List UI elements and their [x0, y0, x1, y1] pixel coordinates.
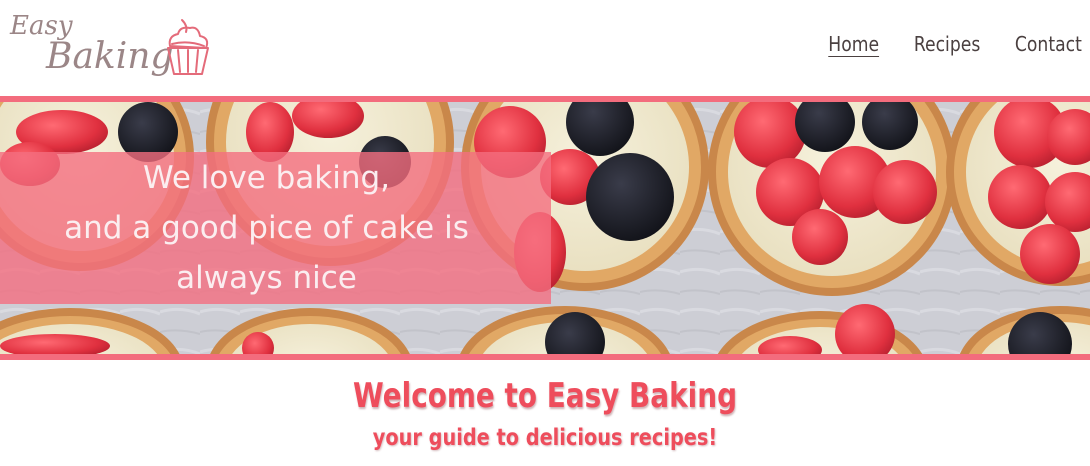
main-nav: Home Recipes Contact: [820, 32, 1082, 56]
nav-link-contact[interactable]: Contact: [1015, 32, 1082, 56]
cupcake-icon: [167, 19, 209, 75]
hero-tagline-line-1: We love baking,: [142, 160, 391, 196]
welcome-title: Welcome to Easy Baking: [352, 376, 738, 416]
hero-banner: We love baking, and a good pice of cake …: [0, 152, 551, 304]
nav-link-home[interactable]: Home: [828, 32, 879, 56]
nav-link-recipes[interactable]: Recipes: [914, 32, 980, 56]
logo[interactable]: Easy Baking: [8, 6, 218, 86]
hero-tagline-line-3: always nice: [176, 260, 357, 296]
site-header: Easy Baking Home Recipes Contact: [0, 0, 1090, 96]
welcome-subtitle: your guide to delicious recipes!: [372, 425, 718, 451]
hero-section: We love baking, and a good pice of cake …: [0, 96, 1090, 360]
welcome-section: Welcome to Easy Baking your guide to del…: [0, 372, 1090, 456]
logo-text-baking: Baking: [45, 36, 173, 77]
logo-graphic: Easy Baking: [9, 11, 209, 77]
hero-tagline-line-2: and a good pice of cake is: [64, 210, 469, 246]
